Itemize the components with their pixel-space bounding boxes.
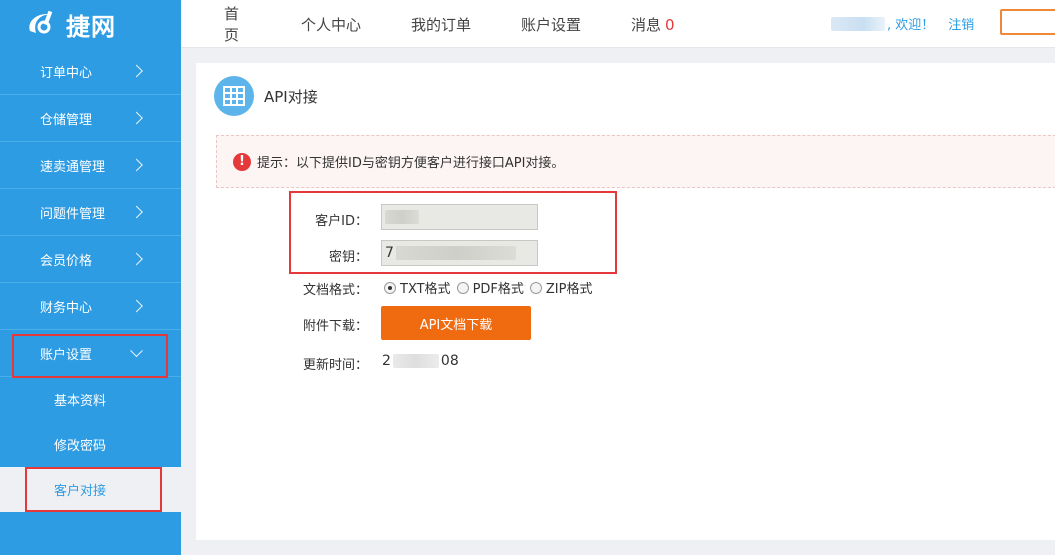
- sidebar-item-label: 财务中心: [40, 300, 93, 316]
- format-radio-txt[interactable]: TXT格式: [384, 278, 451, 297]
- format-radio-group: TXT格式 PDF格式 ZIP格式: [384, 278, 598, 297]
- secret-label: 密钥：: [328, 250, 368, 265]
- sidebar-item-problem-parcels[interactable]: 问题件管理: [0, 189, 181, 236]
- sidebar-item-finance[interactable]: 财务中心: [0, 283, 181, 330]
- nav-account-settings[interactable]: 账户设置: [521, 14, 591, 35]
- update-time-suffix: 08: [440, 353, 459, 369]
- sidebar-subitem-customer-integration[interactable]: 客户对接: [0, 467, 181, 512]
- top-navbar: 首页 个人中心 我的订单 账户设置 消息 0 , 欢迎！ 注销: [181, 0, 1055, 48]
- user-name-redacted: [831, 16, 885, 31]
- sidebar-item-label: 会员价格: [40, 253, 93, 269]
- chevron-down-icon: [130, 344, 143, 358]
- logout-link[interactable]: 注销: [948, 14, 974, 33]
- message-count-badge: 0: [665, 15, 675, 34]
- chevron-right-icon: [130, 64, 143, 78]
- radio-checked-icon: [384, 281, 396, 294]
- redacted-value: [395, 246, 516, 260]
- sidebar: 订单中心 仓储管理 速卖通管理 问题件管理 会员价格 财务中心 账户设置 基本资…: [0, 48, 181, 555]
- radio-unchecked-icon: [529, 281, 542, 294]
- main-panel: API对接 ! 提示：以下提供ID与密钥方便客户进行接口API对接。 客户ID：…: [196, 63, 1055, 540]
- radio-label: TXT格式: [400, 282, 451, 297]
- chevron-right-icon: [130, 299, 143, 313]
- sidebar-item-label: 订单中心: [40, 65, 93, 81]
- sidebar-item-label: 仓储管理: [40, 112, 93, 128]
- warning-icon: !: [233, 152, 251, 171]
- page-title: API对接: [264, 87, 318, 106]
- top-right-button[interactable]: [1000, 9, 1055, 35]
- user-area: , 欢迎！ 注销: [831, 14, 974, 33]
- sidebar-subitem-change-password[interactable]: 修改密码: [0, 422, 181, 467]
- sidebar-subitem-label: 客户对接: [54, 484, 107, 499]
- nav-messages[interactable]: 消息 0: [631, 14, 691, 35]
- radio-label: PDF格式: [472, 282, 524, 297]
- table-grid-icon: [214, 76, 254, 116]
- nav-personal-center[interactable]: 个人中心: [301, 14, 371, 35]
- chevron-right-icon: [130, 252, 143, 266]
- radio-label: ZIP格式: [545, 282, 593, 297]
- secret-key-prefix: 7: [385, 245, 394, 261]
- attachment-label: 附件下载：: [302, 319, 368, 334]
- nav-home[interactable]: 首页: [224, 3, 239, 45]
- api-doc-download-button[interactable]: API文档下载: [381, 306, 531, 340]
- customer-id-field[interactable]: [381, 204, 538, 230]
- sidebar-item-account-settings[interactable]: 账户设置: [0, 330, 181, 377]
- customer-id-label: 客户ID：: [315, 214, 368, 229]
- sidebar-subitem-basic-info[interactable]: 基本资料: [0, 377, 181, 422]
- sidebar-item-warehouse[interactable]: 仓储管理: [0, 95, 181, 142]
- update-time-label: 更新时间：: [302, 358, 368, 373]
- sidebar-item-label: 速卖通管理: [40, 159, 106, 175]
- nav-my-orders[interactable]: 我的订单: [411, 14, 481, 35]
- sidebar-subitem-label: 基本资料: [54, 394, 107, 409]
- logo[interactable]: 捷网: [0, 0, 181, 48]
- secret-key-field[interactable]: 7: [381, 240, 538, 266]
- nav-messages-label: 消息: [631, 15, 662, 34]
- welcome-text: , 欢迎！: [887, 18, 935, 33]
- chevron-right-icon: [130, 205, 143, 219]
- format-radio-pdf[interactable]: PDF格式: [456, 278, 524, 297]
- sidebar-item-label: 账户设置: [40, 347, 93, 363]
- sidebar-item-aliexpress[interactable]: 速卖通管理: [0, 142, 181, 189]
- sidebar-item-member-price[interactable]: 会员价格: [0, 236, 181, 283]
- format-radio-zip[interactable]: ZIP格式: [529, 278, 593, 297]
- chevron-right-icon: [130, 158, 143, 172]
- redacted-value: [392, 354, 439, 368]
- radio-unchecked-icon: [456, 281, 469, 294]
- chevron-right-icon: [130, 111, 143, 125]
- format-label: 文档格式：: [302, 283, 368, 298]
- logo-swoosh-icon: [29, 10, 53, 34]
- notice-text: 提示：以下提供ID与密钥方便客户进行接口API对接。: [257, 156, 565, 171]
- sidebar-item-label: 问题件管理: [40, 206, 106, 222]
- redacted-value: [385, 210, 419, 224]
- sidebar-subitem-label: 修改密码: [54, 439, 107, 454]
- logo-text: 捷网: [66, 12, 116, 41]
- update-time-prefix: 2: [382, 353, 391, 369]
- update-time-value: 2 08: [382, 353, 459, 369]
- sidebar-item-order-center[interactable]: 订单中心: [0, 48, 181, 95]
- panel-header: API对接: [214, 76, 318, 116]
- notice-banner: ! 提示：以下提供ID与密钥方便客户进行接口API对接。: [216, 135, 1055, 188]
